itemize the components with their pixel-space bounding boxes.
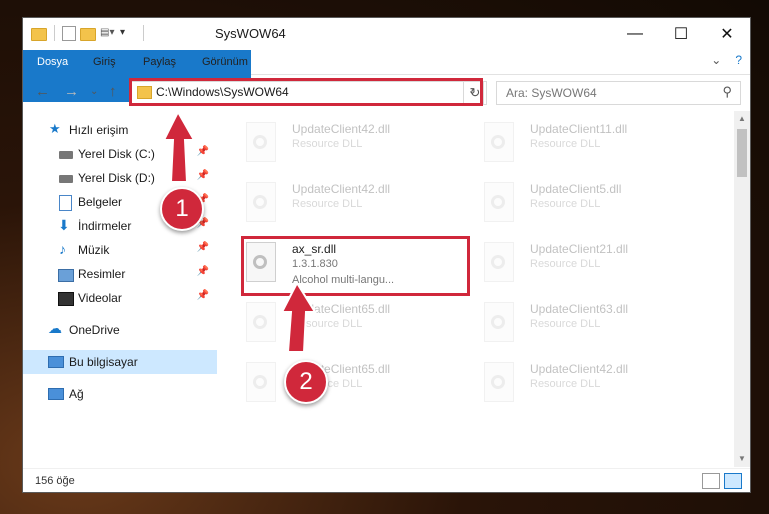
step-2-badge: 2 (284, 360, 328, 404)
step-1-badge: 1 (160, 187, 204, 231)
arrow-up-icon (162, 109, 196, 183)
annotation-arrows (162, 109, 317, 353)
arrow-up-icon (280, 280, 317, 353)
